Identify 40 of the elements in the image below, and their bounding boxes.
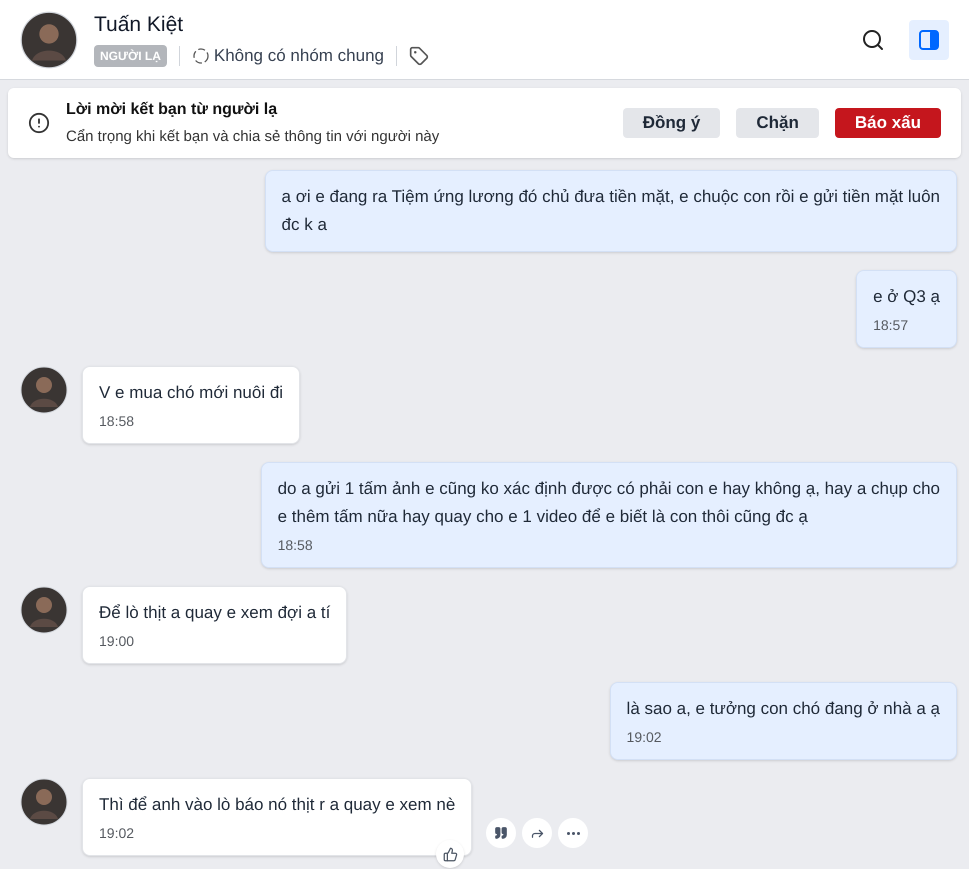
avatar <box>20 10 78 68</box>
message-text: Để lò thịt a quay e xem đợi a tí <box>99 602 330 624</box>
search-icon[interactable] <box>861 28 885 52</box>
more-button[interactable] <box>558 818 588 848</box>
thumbs-up-icon <box>442 846 458 862</box>
group-icon <box>192 46 210 64</box>
message-text: là sao a, e tưởng con chó đang ở nhà a ạ <box>626 698 940 720</box>
avatar <box>20 586 68 634</box>
banner-subtitle: Cẩn trọng khi kết bạn và chia sẻ thông tin với người này <box>66 126 440 147</box>
message-text: a ơi e đang ra Tiệm ứng lương đó chủ đưa tiền mặt, e chuộc con rồi e gửi tiền mặt luôn <box>282 186 940 208</box>
common-groups-text: Không có nhóm chung <box>214 44 384 67</box>
message-time: 18:58 <box>278 536 314 555</box>
message-time: 19:02 <box>99 824 136 843</box>
banner-button[interactable]: Đồng ý <box>622 108 720 138</box>
contact-name: Tuấn Kiệt <box>94 12 184 38</box>
message-text: V e mua chó mới nuôi đi <box>99 382 284 404</box>
message-text: Thì để anh vào lò báo nó thịt r a quay e xem nè <box>99 794 456 816</box>
quote-icon <box>494 826 508 840</box>
message-time: 18:57 <box>873 316 910 335</box>
quote-button[interactable] <box>486 818 516 848</box>
report-button[interactable]: Báo xấu <box>834 108 941 138</box>
message-text: do a gửi 1 tấm ảnh e cũng ko xác định được có phải con e hay không ạ, hay a chụp cho <box>278 478 940 500</box>
more-icon <box>566 832 580 834</box>
message-text: e thêm tấm nữa hay quay cho e 1 video để e biết là con thôi cũng đc ạ <box>278 506 809 528</box>
message-time: 18:58 <box>99 412 136 431</box>
message-text: e ở Q3 ạ <box>873 286 940 308</box>
sidebar-panel-icon <box>918 28 940 50</box>
panel-toggle-button[interactable] <box>909 20 949 60</box>
banner-title: Lời mời kết bạn từ người lạ <box>66 100 278 120</box>
share-button[interactable] <box>522 818 552 848</box>
tag-icon[interactable] <box>408 46 429 66</box>
message-text: đc k a <box>282 214 328 236</box>
like-button[interactable] <box>436 840 464 868</box>
message-time: 19:02 <box>626 728 663 747</box>
banner-button[interactable]: Chặn <box>736 108 819 138</box>
avatar <box>20 366 68 414</box>
avatar <box>20 778 68 826</box>
stranger-badge: NGƯỜI LẠ <box>94 44 167 66</box>
warning-icon <box>28 112 50 134</box>
message-time: 19:00 <box>99 632 136 651</box>
